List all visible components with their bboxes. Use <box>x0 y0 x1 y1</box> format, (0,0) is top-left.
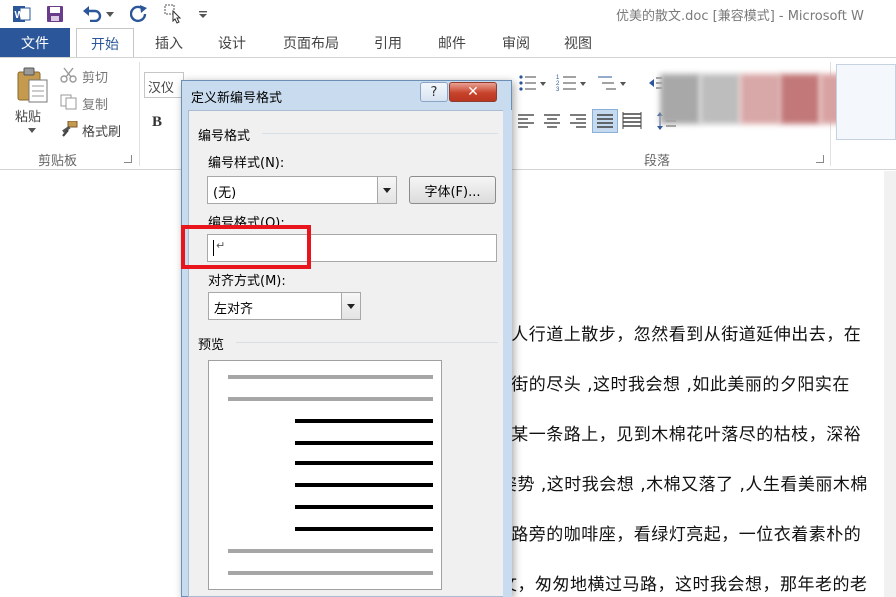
paste-icon[interactable] <box>14 66 50 106</box>
preview-line <box>295 461 433 465</box>
document-scrollbar[interactable] <box>884 171 896 597</box>
touch-mode-icon[interactable] <box>162 3 186 25</box>
tab-insert[interactable]: 插入 <box>144 28 194 58</box>
window-title: 优美的散文.doc [兼容模式] - Microsoft W <box>616 9 864 24</box>
dialog-frame-edge <box>503 110 512 597</box>
format-painter-button[interactable]: 格式刷 <box>82 121 121 140</box>
preview-line <box>295 419 433 423</box>
preview-line <box>295 441 433 445</box>
tab-design[interactable]: 设计 <box>206 28 258 58</box>
preview-line <box>295 505 433 509</box>
paragraph-group-label: 段落 <box>644 154 671 169</box>
clipboard-group-label: 剪贴板 <box>38 154 78 169</box>
save-icon[interactable] <box>44 3 66 25</box>
clipboard-launcher-icon[interactable] <box>124 155 132 163</box>
preview-line <box>228 397 433 401</box>
format-painter-icon[interactable] <box>60 120 78 137</box>
tab-references[interactable]: 引用 <box>362 28 414 58</box>
alignment-label: 对齐方式(M): <box>208 274 286 289</box>
group-separator <box>262 133 498 134</box>
number-style-select[interactable]: (无) <box>207 176 397 204</box>
copy-icon[interactable] <box>60 94 78 110</box>
paragraph-launcher-icon[interactable] <box>816 155 824 163</box>
svg-text:3: 3 <box>556 87 560 92</box>
font-name-value: 汉仪 <box>148 81 175 96</box>
tab-home[interactable]: 开始 <box>76 28 134 58</box>
number-style-value: (无) <box>213 186 237 201</box>
document-line: 文，匆匆地横过马路，这时我会想，那年老的老 <box>500 575 868 595</box>
help-button[interactable]: ? <box>420 82 448 102</box>
font-button[interactable]: 字体(F)... <box>409 176 496 204</box>
copy-button[interactable]: 复制 <box>82 94 108 113</box>
document-line: 姿势 ,这时我会想 ,木棉又落了 ,人生看美丽木棉 <box>500 475 868 495</box>
blurred-region <box>740 74 780 124</box>
number-format-group-label: 编号格式 <box>198 129 251 144</box>
align-left-icon[interactable] <box>516 112 536 130</box>
undo-icon[interactable] <box>80 3 104 25</box>
tab-file[interactable]: 文件 <box>0 28 70 58</box>
document-line: E街的尽头 ,这时我会想 ,如此美丽的夕阳实在 <box>500 375 850 395</box>
paste-dropdown-icon[interactable] <box>28 128 36 133</box>
styles-gallery[interactable] <box>836 64 896 140</box>
customize-toolbar-icon[interactable] <box>196 3 210 25</box>
distributed-icon[interactable] <box>622 111 642 131</box>
redo-icon[interactable] <box>128 3 150 25</box>
group-separator <box>236 342 498 343</box>
preview-line <box>295 483 433 487</box>
blurred-region <box>660 74 700 124</box>
chevron-down-icon[interactable] <box>341 293 360 319</box>
document-line: E人行道上散步，忽然看到从街道延伸出去，在 <box>500 325 862 345</box>
align-center-icon[interactable] <box>542 112 562 130</box>
highlight-annotation <box>181 225 311 269</box>
undo-dropdown-icon[interactable] <box>104 3 116 25</box>
preview-line <box>228 549 433 553</box>
tab-view[interactable]: 视图 <box>552 28 604 58</box>
preview-label: 预览 <box>198 338 225 353</box>
paste-button[interactable]: 粘贴 <box>15 106 41 125</box>
font-name-combo[interactable]: 汉仪 <box>144 72 184 98</box>
blurred-region <box>780 74 820 124</box>
number-style-label: 编号样式(N): <box>208 156 285 171</box>
preview-line <box>228 571 433 575</box>
preview-box <box>208 360 442 590</box>
group-divider <box>139 62 140 166</box>
preview-line <box>228 375 433 379</box>
close-button[interactable]: ✕ <box>449 82 497 102</box>
alignment-value: 左对齐 <box>214 302 254 317</box>
cut-button[interactable]: 剪切 <box>82 67 108 86</box>
tab-mailings[interactable]: 邮件 <box>426 28 478 58</box>
blurred-region <box>700 74 740 124</box>
preview-line <box>295 527 433 531</box>
align-right-icon[interactable] <box>568 112 588 130</box>
tab-review[interactable]: 审阅 <box>490 28 542 58</box>
chevron-down-icon[interactable] <box>377 177 396 203</box>
svg-text:W: W <box>15 10 25 21</box>
alignment-select[interactable]: 左对齐 <box>208 292 361 320</box>
word-app-icon[interactable]: W <box>12 3 32 25</box>
document-line: E某一条路上，见到木棉花叶落尽的枯枝，深裕 <box>500 425 862 445</box>
bullets-icon[interactable] <box>518 74 548 92</box>
tab-page-layout[interactable]: 页面布局 <box>272 28 350 58</box>
dialog-title: 定义新编号格式 <box>191 91 283 106</box>
bold-button[interactable]: B <box>152 114 162 131</box>
multilevel-list-icon[interactable] <box>596 74 628 92</box>
justify-icon[interactable] <box>592 109 618 133</box>
cut-icon[interactable] <box>60 67 78 83</box>
document-line: E路旁的咖啡座，看绿灯亮起，一位衣着素朴的 <box>500 525 862 545</box>
numbering-icon[interactable]: 123 <box>556 74 588 93</box>
